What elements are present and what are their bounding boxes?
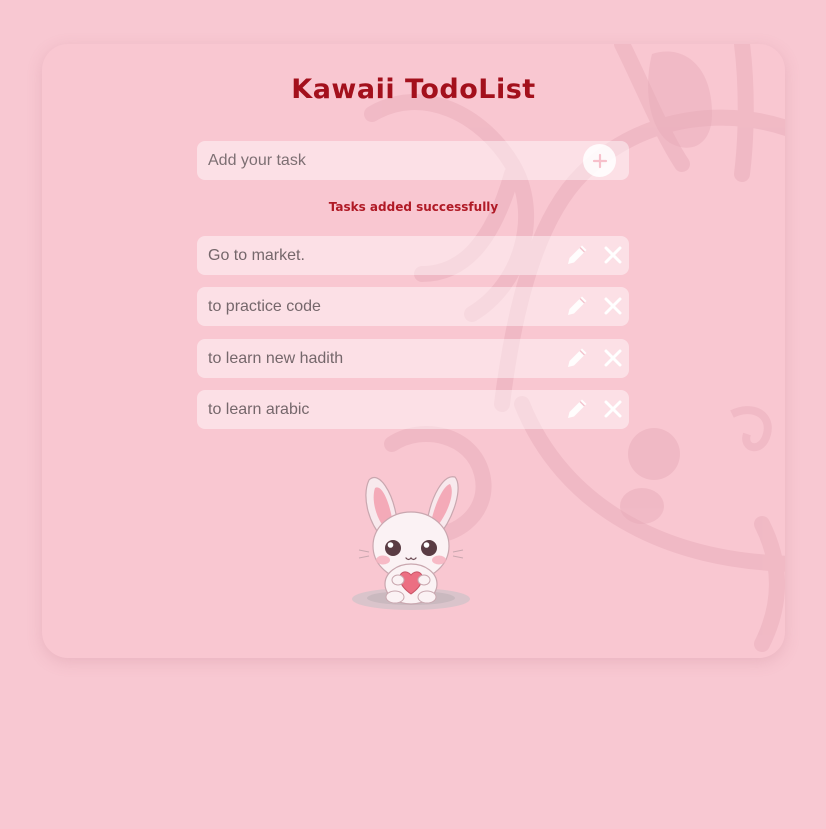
task-list: Go to market. to practice code to learn … [197,236,629,441]
add-task-row [197,141,629,180]
pencil-icon [568,245,587,264]
plus-icon [592,153,607,168]
add-task-button[interactable] [583,144,616,177]
task-text: Go to market. [208,247,305,264]
todo-card: Kawaii TodoList Tasks added successfully… [42,44,785,658]
delete-task-button[interactable] [601,243,625,267]
pencil-icon [568,348,587,367]
status-message: Tasks added successfully [328,200,499,214]
task-text: to learn arabic [208,400,310,418]
delete-task-button[interactable] [601,294,625,318]
edit-task-button[interactable] [563,395,591,423]
task-item: to learn new hadith [197,338,629,378]
page-title: Kawaii TodoList [291,74,536,105]
pencil-icon [568,296,587,316]
task-item: to practice code [197,287,629,327]
bunny-illustration [352,476,470,610]
close-icon [604,297,622,315]
close-icon [604,246,622,264]
close-icon [604,349,622,367]
task-text: to learn new hadith [208,349,344,367]
edit-task-button[interactable] [563,241,591,269]
pencil-icon [568,399,587,418]
edit-task-button[interactable] [563,344,591,372]
task-item: to learn arabic [197,389,629,429]
close-icon [604,400,622,418]
task-text: to practice code [208,298,321,316]
task-item: Go to market. [197,236,629,275]
delete-task-button[interactable] [601,346,625,370]
task-input[interactable] [197,141,589,180]
edit-task-button[interactable] [563,292,591,320]
delete-task-button[interactable] [601,397,625,421]
